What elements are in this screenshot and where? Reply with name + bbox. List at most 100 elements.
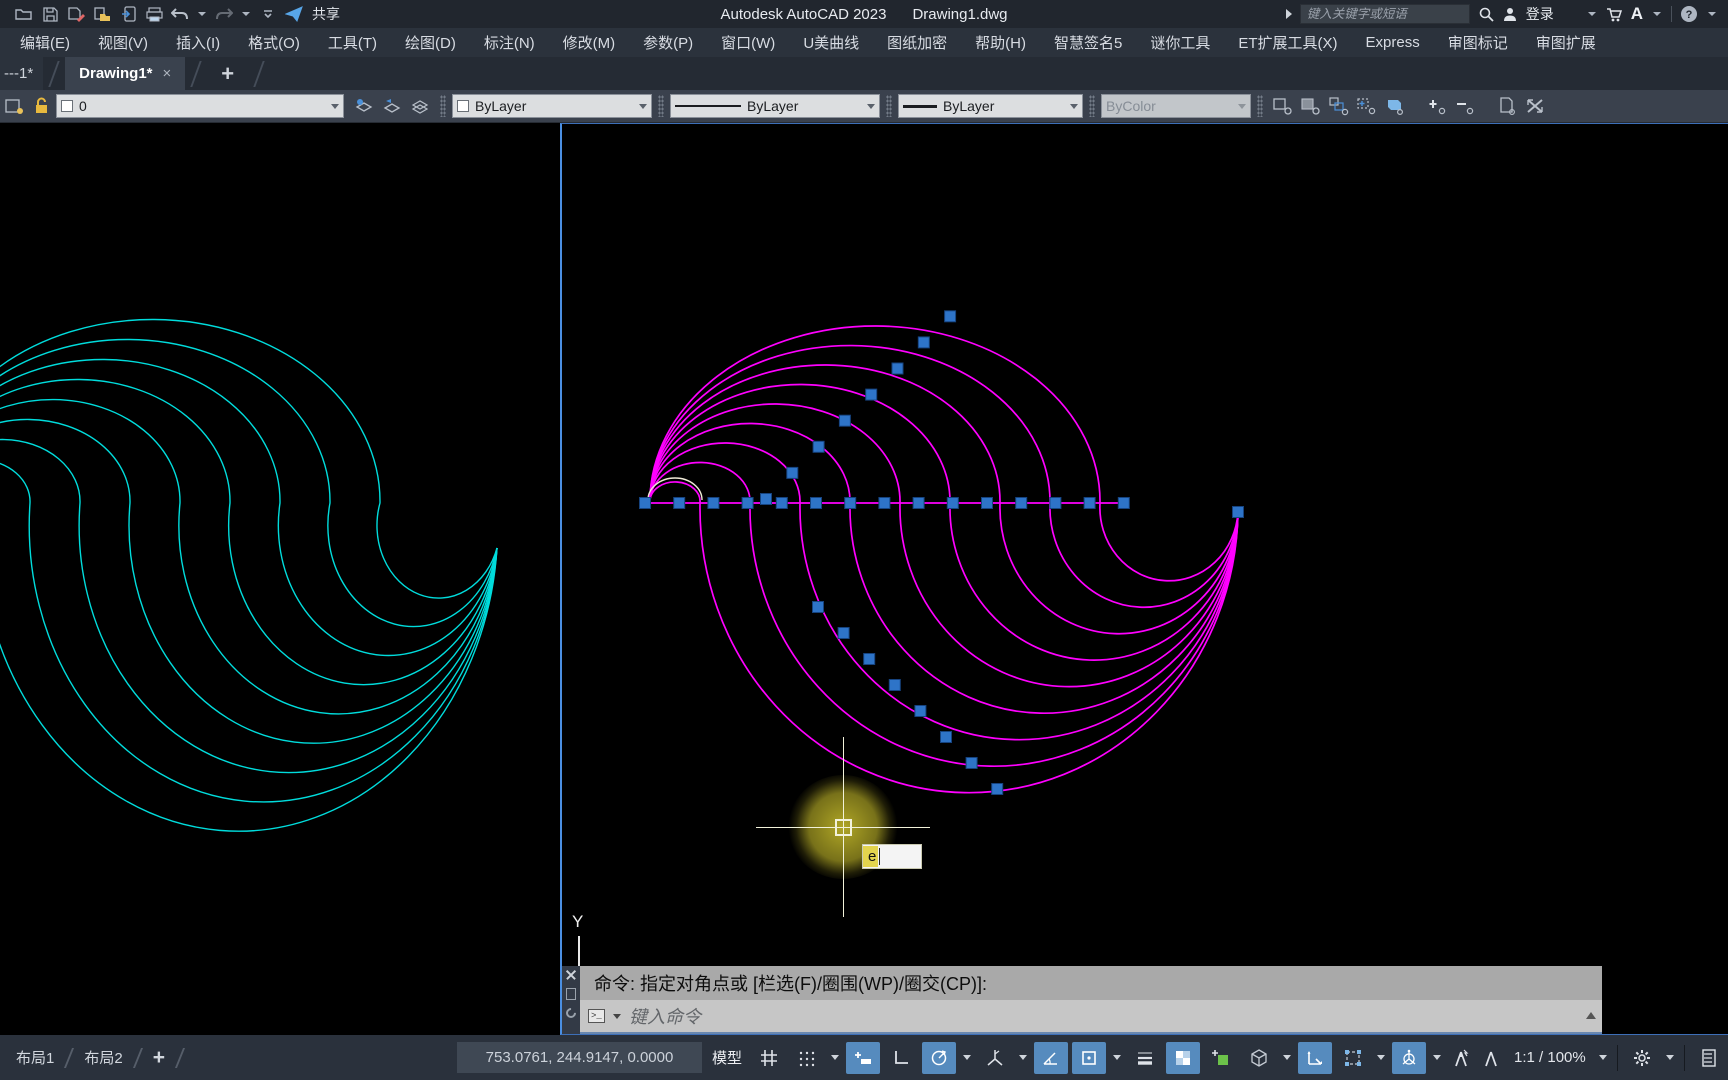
isometric-drafting-toggle[interactable] (978, 1042, 1012, 1074)
menu-item-10[interactable]: U美曲线 (789, 28, 873, 57)
recent-commands-icon[interactable]: >_ (588, 1009, 605, 1023)
selection-grip[interactable] (760, 493, 772, 505)
isolate-objects-icon[interactable] (1692, 1042, 1726, 1074)
model-space-toggle[interactable]: 模型 (706, 1042, 748, 1073)
group-edit-icon[interactable] (1327, 94, 1351, 118)
undo-icon[interactable] (170, 4, 190, 24)
selection-grip[interactable] (863, 653, 876, 665)
menu-item-2[interactable]: 插入(I) (162, 28, 234, 57)
selection-grip[interactable] (981, 497, 993, 509)
explode-icon[interactable] (1523, 94, 1547, 118)
selection-grip[interactable] (1117, 497, 1130, 509)
selection-grip[interactable] (914, 705, 927, 717)
selection-grip[interactable] (991, 783, 1004, 795)
undo-dropdown-icon[interactable] (198, 12, 206, 16)
swirl-curve[interactable] (649, 403, 1239, 688)
dynamic-ucs-toggle[interactable] (1298, 1041, 1332, 1074)
selection-grip[interactable] (912, 497, 925, 509)
polar-tracking-toggle[interactable] (922, 1041, 956, 1074)
selection-grip[interactable] (810, 497, 822, 509)
gizmo-dropdown-icon[interactable] (1430, 1042, 1444, 1074)
layer-combo[interactable]: 0 (56, 94, 344, 118)
gizmo-toggle[interactable] (1392, 1041, 1426, 1074)
swirl-curve[interactable] (0, 398, 498, 715)
unlock-icon[interactable] (30, 94, 54, 118)
swirl-curve[interactable] (0, 479, 498, 832)
user-icon[interactable] (1502, 6, 1518, 22)
isodraft-dropdown-icon[interactable] (1016, 1042, 1030, 1074)
3d-object-snap-toggle[interactable] (1242, 1042, 1276, 1074)
selection-filtering-dropdown-icon[interactable] (1374, 1042, 1388, 1074)
selection-grip[interactable] (812, 601, 824, 613)
color-combo-chevron-icon[interactable] (639, 103, 647, 109)
tab-close-icon[interactable]: × (163, 65, 172, 82)
selection-grip[interactable] (812, 440, 825, 453)
help-icon[interactable]: ? (1680, 5, 1698, 23)
command-input-row[interactable]: >_ 键入命令 (580, 1000, 1602, 1034)
selection-grip[interactable] (917, 336, 930, 349)
copy-to-folder-icon[interactable] (92, 4, 112, 24)
selection-grip[interactable] (891, 362, 904, 375)
menu-item-3[interactable]: 格式(O) (234, 28, 314, 57)
viewport-left[interactable] (0, 123, 558, 1035)
annotation-autoscale-toggle[interactable] (1478, 1042, 1504, 1074)
search-flyout-icon[interactable] (1285, 9, 1292, 19)
import-icon[interactable] (118, 4, 138, 24)
viewport-right-active[interactable]: e Y (560, 123, 1728, 1035)
group-add-icon[interactable] (1355, 94, 1379, 118)
lineweight-combo[interactable]: ByLayer (898, 94, 1083, 118)
save-as-icon[interactable] (66, 4, 86, 24)
selection-grip[interactable] (707, 497, 720, 509)
annotation-scale-button[interactable]: 1:1 / 100% (1508, 1049, 1592, 1066)
layer-combo-chevron-icon[interactable] (331, 103, 339, 109)
logo-dropdown-icon[interactable] (1653, 12, 1661, 16)
selection-grip[interactable] (888, 679, 901, 691)
menu-item-7[interactable]: 修改(M) (549, 28, 630, 57)
layer-properties-icon[interactable] (2, 94, 26, 118)
lineweight-display-toggle[interactable] (1128, 1042, 1162, 1074)
selection-grip[interactable] (1232, 506, 1244, 518)
selection-grip[interactable] (1083, 497, 1096, 509)
selection-grip[interactable] (741, 497, 754, 509)
lineweight-combo-chevron-icon[interactable] (1070, 103, 1078, 109)
menu-item-15[interactable]: ET扩展工具(X) (1224, 28, 1351, 57)
group-icon[interactable] (1271, 94, 1295, 118)
menu-item-6[interactable]: 标注(N) (470, 28, 549, 57)
swirl-curve[interactable] (0, 418, 498, 744)
osnap-dropdown-icon[interactable] (1110, 1042, 1124, 1074)
command-input-placeholder[interactable]: 键入命令 (629, 1003, 701, 1029)
selection-grip[interactable] (944, 310, 957, 323)
menu-item-8[interactable]: 参数(P) (629, 28, 707, 57)
transparency-toggle[interactable] (1166, 1041, 1200, 1074)
color-combo[interactable]: ByLayer (452, 94, 652, 118)
swirl-curve[interactable] (0, 438, 498, 774)
group-select-off-icon[interactable] (1453, 94, 1477, 118)
autodesk-logo-icon[interactable]: A (1631, 4, 1643, 24)
selection-grip[interactable] (1049, 497, 1062, 509)
selection-grip[interactable] (844, 497, 857, 509)
3dosnap-dropdown-icon[interactable] (1280, 1042, 1294, 1074)
swirl-curve[interactable] (649, 442, 1239, 741)
selection-filtering-toggle[interactable] (1336, 1042, 1370, 1074)
selection-grip[interactable] (838, 414, 851, 427)
signin-dropdown-icon[interactable] (1587, 12, 1596, 16)
annotation-visibility-toggle[interactable] (1448, 1042, 1474, 1074)
group-select-on-icon[interactable] (1425, 94, 1449, 118)
selection-cycling-toggle[interactable] (1204, 1042, 1238, 1074)
selection-grip[interactable] (673, 497, 686, 509)
sheet-tool-icon[interactable] (1495, 94, 1519, 118)
swirl-curve[interactable] (649, 481, 1239, 794)
selection-grip[interactable] (786, 466, 799, 479)
make-layer-current-icon[interactable] (352, 94, 376, 118)
selection-grip[interactable] (639, 497, 651, 509)
group-bounding-icon[interactable] (1383, 94, 1407, 118)
share-label[interactable]: 共享 (312, 4, 340, 24)
save-icon[interactable] (40, 4, 60, 24)
grid-display-toggle[interactable] (752, 1042, 786, 1074)
share-icon[interactable] (284, 4, 304, 24)
command-history-icon[interactable] (566, 988, 576, 1000)
selection-grip[interactable] (878, 497, 891, 509)
selection-grip[interactable] (946, 497, 959, 509)
menu-item-17[interactable]: 审图标记 (1434, 28, 1522, 57)
swirl-curve[interactable] (649, 364, 1239, 635)
